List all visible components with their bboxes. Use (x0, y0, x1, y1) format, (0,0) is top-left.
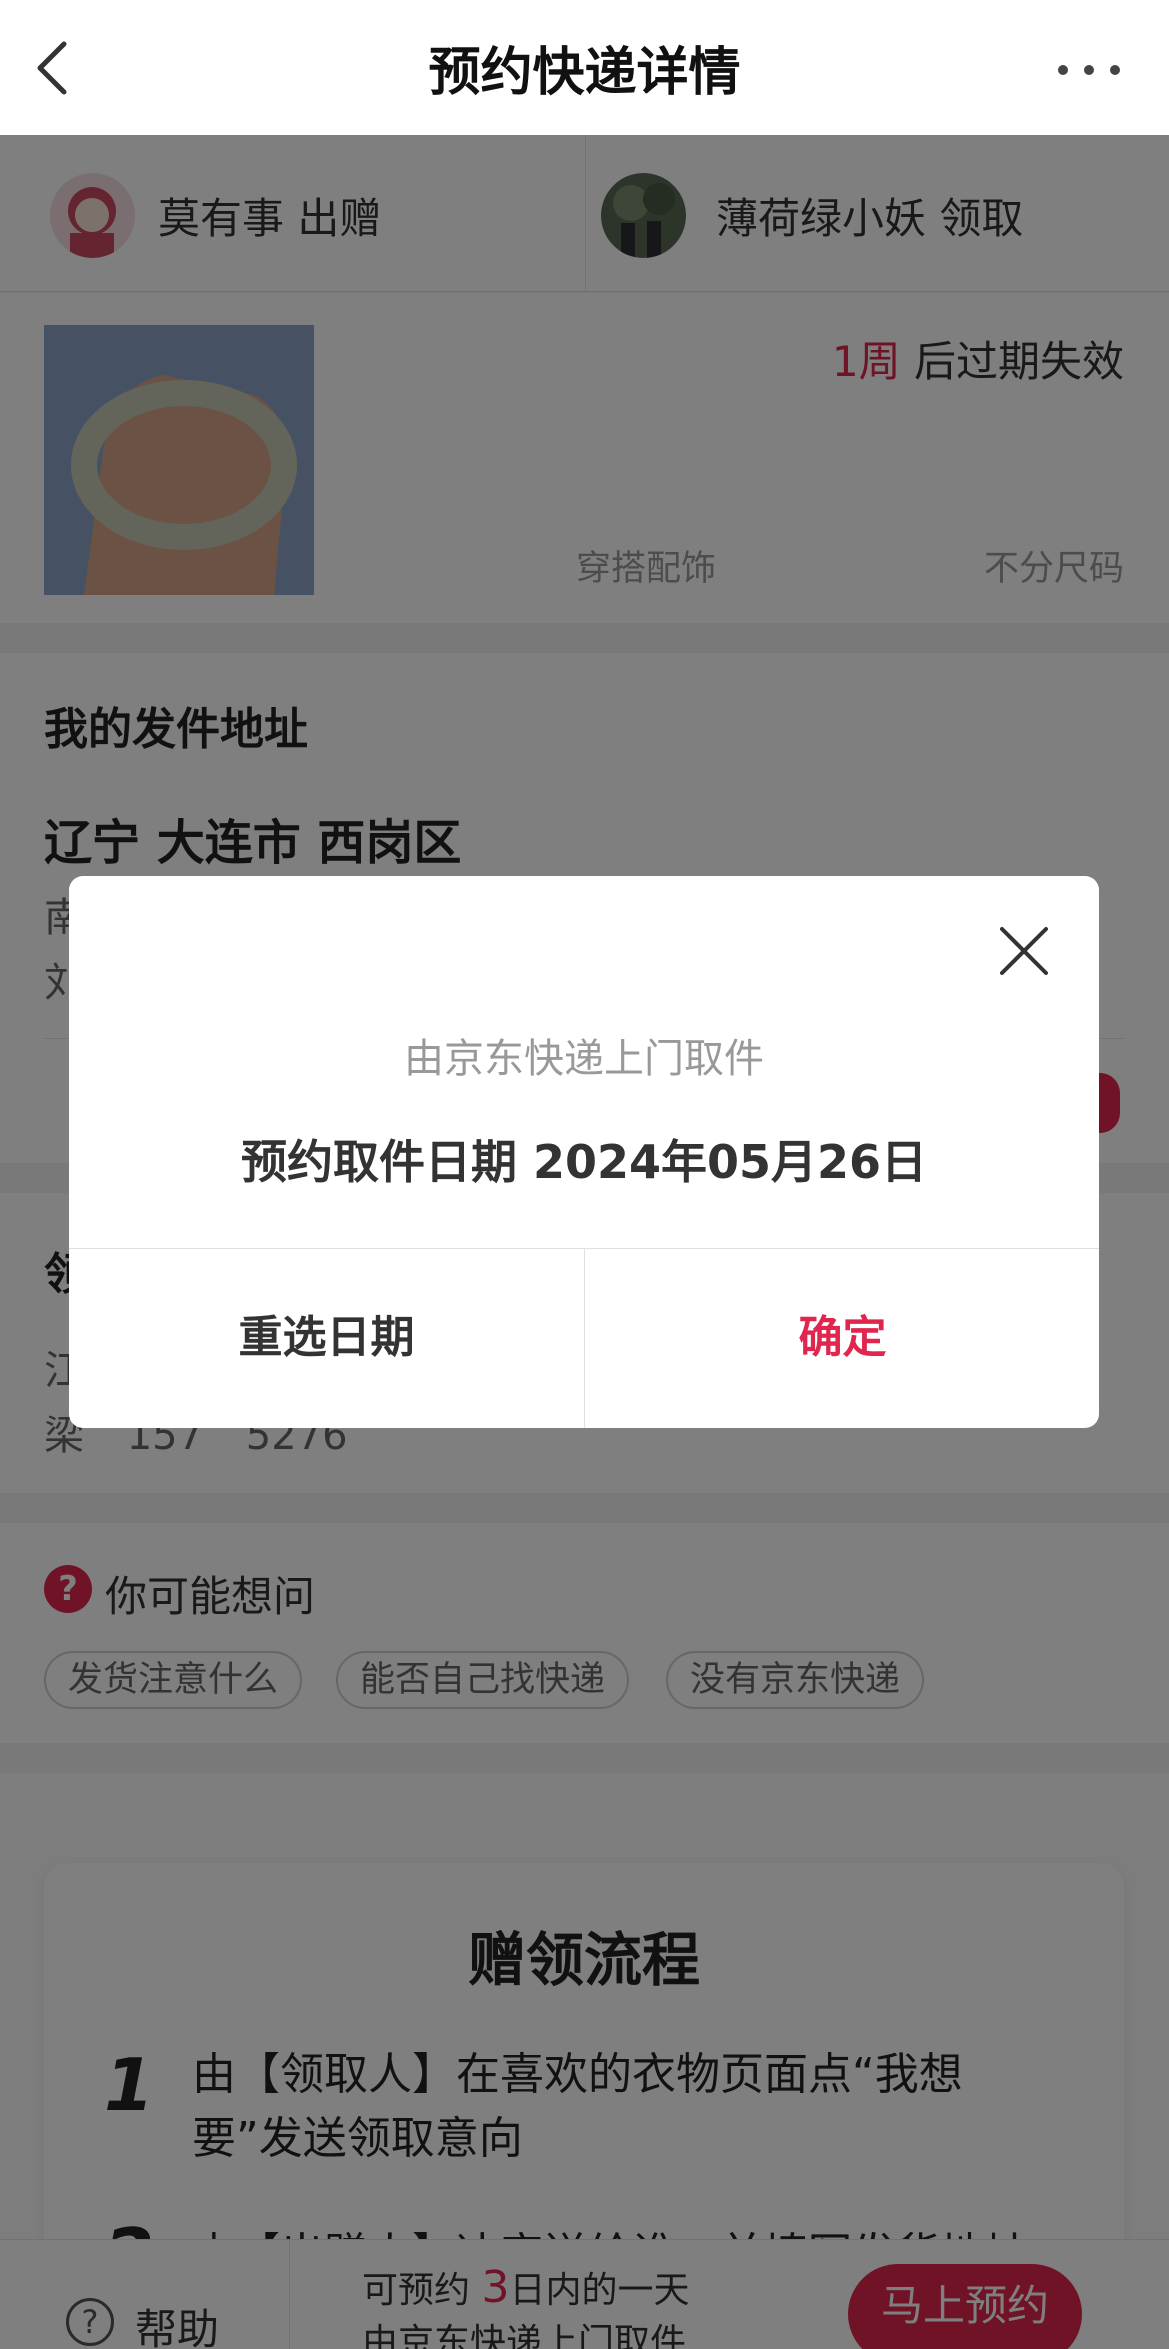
reselect-date-button[interactable]: 重选日期 (69, 1248, 584, 1428)
confirm-button[interactable]: 确定 (585, 1248, 1099, 1428)
more-icon[interactable] (1049, 50, 1129, 90)
pickup-date-dialog: 由京东快递上门取件 预约取件日期 2024年05月26日 重选日期 确定 (69, 876, 1099, 1428)
page-title: 预约快递详情 (428, 43, 741, 103)
dialog-subtitle: 由京东快递上门取件 (404, 1036, 764, 1082)
close-icon[interactable] (994, 921, 1054, 981)
pickup-date-text: 预约取件日期 2024年05月26日 (240, 1135, 928, 1189)
nav-bar: 预约快递详情 (0, 0, 1169, 135)
